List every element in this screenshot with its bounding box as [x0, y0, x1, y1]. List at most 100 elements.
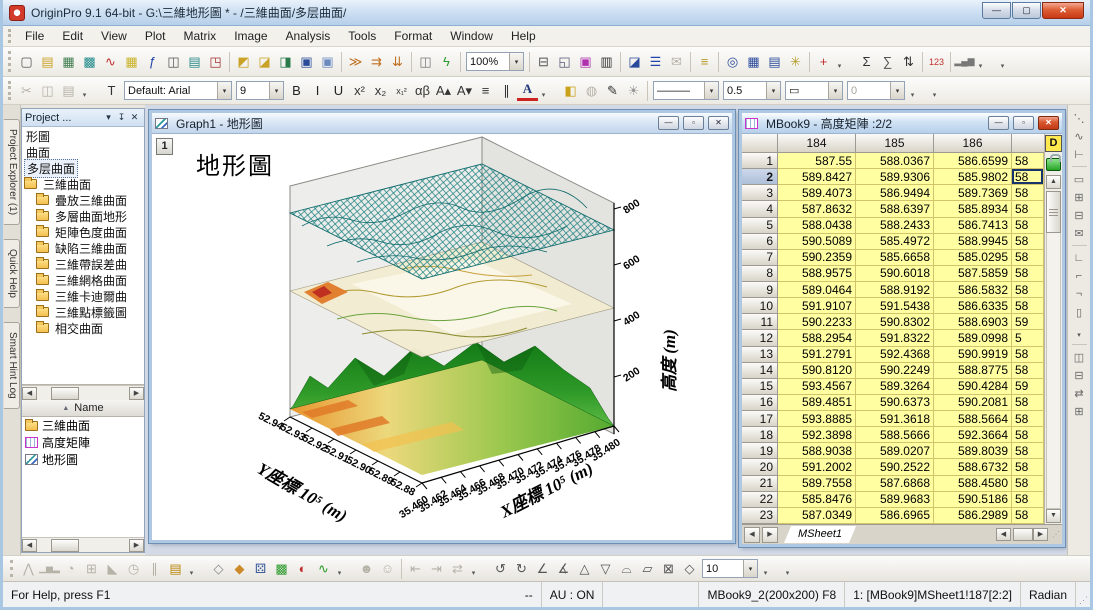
matrix-cell[interactable]: 589.9683: [856, 492, 934, 508]
matrix-cell[interactable]: 586.7413: [934, 218, 1012, 234]
matrix-cell[interactable]: 591.5438: [856, 298, 934, 314]
matrix-cell[interactable]: 58: [1012, 218, 1044, 234]
matrix-column-header[interactable]: 184: [778, 134, 856, 153]
matrix-cell[interactable]: 588.9192: [856, 282, 934, 298]
title-bar[interactable]: OriginPro 9.1 64-bit - G:\三維地形圖 * - /三維曲…: [3, 0, 1090, 26]
matrix-cell[interactable]: 589.4073: [778, 185, 856, 201]
matrix-cell[interactable]: 590.8302: [856, 314, 934, 330]
matrix-cell[interactable]: 591.8322: [856, 330, 934, 346]
chevron-down-icon[interactable]: ▾: [704, 82, 718, 99]
more-standard-chevron[interactable]: ▾: [834, 52, 845, 72]
stock-chart-icon[interactable]: ∥: [144, 558, 165, 579]
tree-folder[interactable]: 三維卡迪爾曲: [22, 288, 144, 304]
matrix-cell[interactable]: 593.8885: [778, 411, 856, 427]
layer-single-icon[interactable]: ▭: [1070, 170, 1089, 188]
matrix-cell[interactable]: 587.55: [778, 153, 856, 169]
matrix-row-header[interactable]: 4: [742, 201, 778, 217]
panel-menu-icon[interactable]: ▾: [102, 112, 115, 123]
menu-matrix[interactable]: Matrix: [175, 27, 226, 45]
matrix-minimize-button[interactable]: —: [988, 116, 1009, 130]
superscript-icon[interactable]: x²: [349, 80, 370, 101]
matrix-cell[interactable]: 58: [1012, 347, 1044, 363]
matrix-cell[interactable]: 590.5089: [778, 234, 856, 250]
new-folder-icon[interactable]: ▤: [37, 51, 58, 72]
matrix-corner-cell[interactable]: [742, 134, 778, 153]
matrix-cell[interactable]: 58: [1012, 153, 1044, 169]
matrix-row-header[interactable]: 6: [742, 234, 778, 250]
scale-tool-icon[interactable]: ⊢: [1070, 145, 1089, 163]
graph-window[interactable]: Graph1 - 地形圖 — ▫ ✕ 1 地形圖: [149, 110, 735, 543]
vscroll-thumb[interactable]: [1046, 191, 1061, 233]
scroll-right-icon[interactable]: ▶: [129, 387, 144, 400]
scroll-thumb[interactable]: [51, 387, 79, 400]
menu-window[interactable]: Window: [441, 27, 502, 45]
subsuperscript-icon[interactable]: x₁²: [391, 80, 412, 101]
new-notes-icon[interactable]: ▤: [184, 51, 205, 72]
tree-folder[interactable]: 多層曲面地形: [22, 208, 144, 224]
matrix-cell[interactable]: 588.9038: [778, 443, 856, 459]
tree-item[interactable]: 多层曲面: [22, 160, 144, 176]
selection-tool-icon[interactable]: ⋱: [1070, 109, 1089, 127]
matrix-cell[interactable]: 58: [1012, 411, 1044, 427]
chevron-down-icon[interactable]: ▾: [217, 82, 231, 99]
heatmap-plot-icon[interactable]: ▩: [271, 558, 292, 579]
new-layout-icon[interactable]: ◫: [163, 51, 184, 72]
matrix-cell[interactable]: 586.5832: [934, 282, 1012, 298]
more-hidden-chevron[interactable]: ▾: [997, 52, 1008, 72]
more-3d-rotation-chevron[interactable]: ▾: [760, 559, 771, 579]
axis-frame-box-icon[interactable]: ▯: [1070, 303, 1089, 321]
matrix-cell[interactable]: 58: [1012, 443, 1044, 459]
matrix-cell[interactable]: 58: [1012, 234, 1044, 250]
axis-frame-br-icon[interactable]: ¬: [1070, 285, 1089, 303]
matrix-cell[interactable]: 585.8476: [778, 492, 856, 508]
list-item-folder[interactable]: 三維曲面: [22, 417, 144, 434]
send-mail-icon[interactable]: ✉: [666, 51, 687, 72]
print-preview-icon[interactable]: ◱: [554, 51, 575, 72]
copy-icon[interactable]: ◫: [37, 80, 58, 101]
worksheet-query-icon[interactable]: ▦: [743, 51, 764, 72]
matrix-cell[interactable]: 588.0438: [778, 218, 856, 234]
graph-minimize-button[interactable]: —: [658, 116, 679, 130]
matrix-cell[interactable]: 59: [1012, 379, 1044, 395]
layer-grid-icon[interactable]: ⊟: [1070, 206, 1089, 224]
menu-file[interactable]: File: [16, 27, 53, 45]
more-bottom-chevron[interactable]: ▾: [782, 559, 793, 579]
profile-plot-icon[interactable]: ∿: [313, 558, 334, 579]
matrix-cell[interactable]: 587.5859: [934, 266, 1012, 282]
italic-icon[interactable]: I: [307, 80, 328, 101]
new-slide-icon[interactable]: ◳: [205, 51, 226, 72]
matrix-cell[interactable]: 588.6397: [856, 201, 934, 217]
perspective-cube-icon[interactable]: ◇: [679, 558, 700, 579]
rotation-angle-combo[interactable]: 10▾: [702, 559, 758, 578]
matrix-partial-header[interactable]: [1012, 134, 1044, 153]
more-graph-tools-chevron[interactable]: ▾: [1074, 321, 1085, 341]
matrix-cell[interactable]: 588.5666: [856, 427, 934, 443]
layer-1-badge[interactable]: 1: [156, 138, 173, 155]
3d-surface-icon[interactable]: ◇: [208, 558, 229, 579]
save-project-icon[interactable]: ▣: [296, 51, 317, 72]
matrix-cell[interactable]: 588.2433: [856, 218, 934, 234]
decrease-perspective-icon[interactable]: ▽: [595, 558, 616, 579]
matrix-cell[interactable]: 59: [1012, 314, 1044, 330]
more-hidden2-chevron[interactable]: ▾: [929, 81, 940, 101]
more-format-chevron[interactable]: ▾: [538, 81, 549, 101]
matrix-cell[interactable]: 586.2989: [934, 508, 1012, 524]
matrix-cell[interactable]: 590.9919: [934, 347, 1012, 363]
matrix-cell[interactable]: 589.0464: [778, 282, 856, 298]
zoom-in-icon[interactable]: ◎: [722, 51, 743, 72]
menu-plot[interactable]: Plot: [136, 27, 175, 45]
line-style-combo[interactable]: ———▾: [653, 81, 719, 100]
more-2d-graphs-chevron[interactable]: ▾: [186, 559, 197, 579]
matrix-cell[interactable]: 58: [1012, 395, 1044, 411]
matrix-row-header[interactable]: 23: [742, 508, 778, 524]
add-new-columns-icon[interactable]: +: [813, 51, 834, 72]
dataset-d-button[interactable]: D: [1045, 135, 1062, 152]
statistics-sum-icon[interactable]: Σ: [856, 51, 877, 72]
matrix-cell[interactable]: 592.4368: [856, 347, 934, 363]
matrix-cell[interactable]: 587.8632: [778, 201, 856, 217]
matrix-cell[interactable]: 588.2954: [778, 330, 856, 346]
template-library-icon[interactable]: ▤: [165, 558, 186, 579]
fill-color-icon[interactable]: ◧: [560, 80, 581, 101]
maximize-button[interactable]: ▢: [1012, 2, 1041, 19]
menu-view[interactable]: View: [92, 27, 136, 45]
